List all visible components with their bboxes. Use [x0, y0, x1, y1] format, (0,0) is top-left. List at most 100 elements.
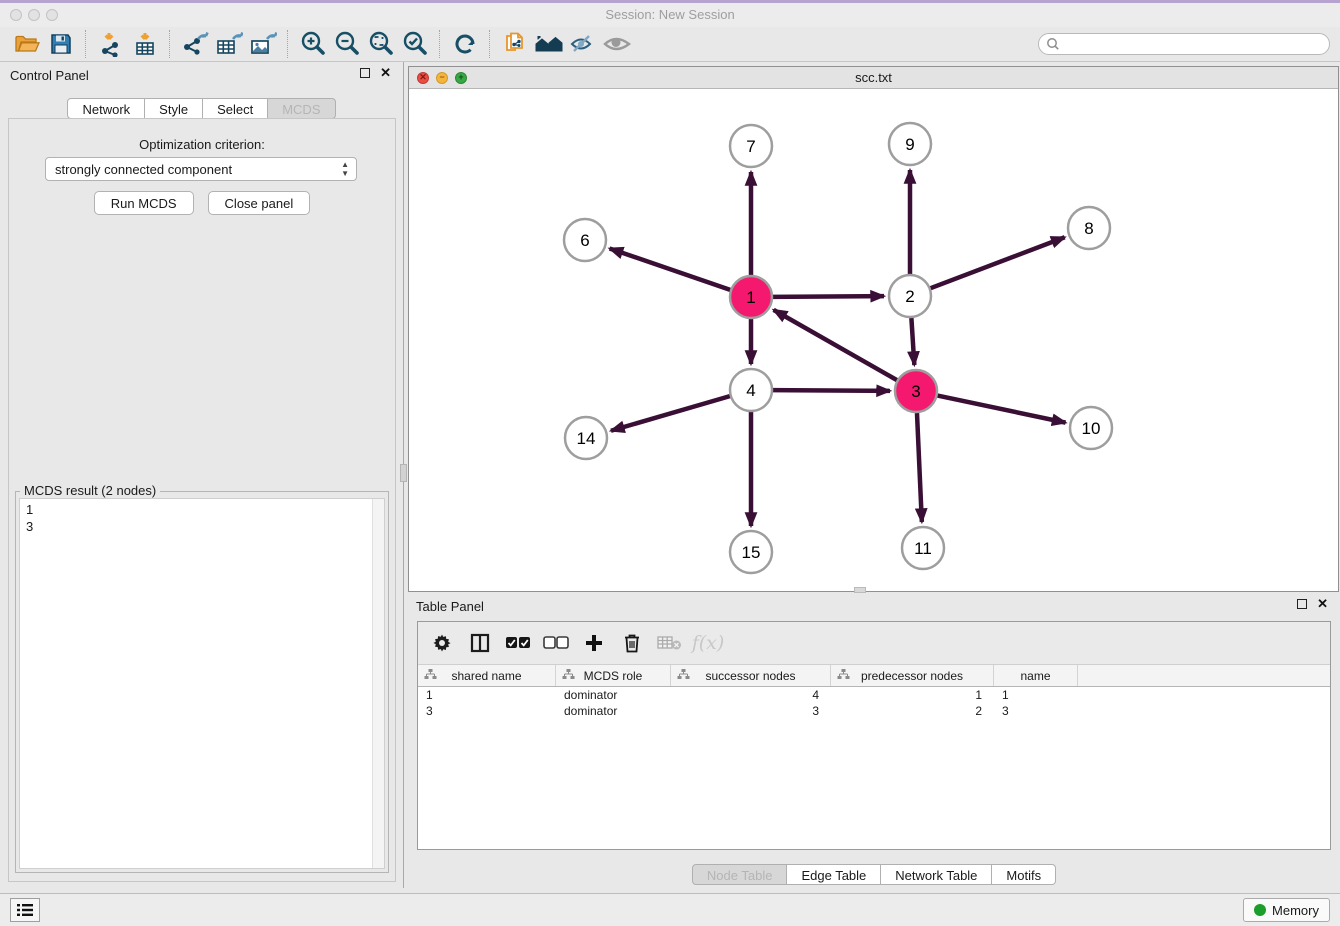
table-cell[interactable]: dominator [556, 703, 671, 719]
graph-node-14[interactable]: 14 [565, 417, 607, 459]
graph-node-9[interactable]: 9 [889, 123, 931, 165]
table-row[interactable]: 3dominator323 [418, 703, 1330, 719]
column-header-mcds-role[interactable]: MCDS role [556, 665, 671, 686]
fx-icon: f(x) [692, 632, 725, 654]
column-header-successor-nodes[interactable]: successor nodes [671, 665, 831, 686]
vertical-splitter-handle[interactable] [400, 464, 407, 482]
open-session-button[interactable] [10, 29, 44, 59]
delete-table-button[interactable] [656, 629, 684, 657]
tab-mcds[interactable]: MCDS [268, 98, 335, 119]
graph-node-7[interactable]: 7 [730, 125, 772, 167]
graph-edge-3-1[interactable] [774, 310, 897, 380]
table-row[interactable]: 1dominator411 [418, 687, 1330, 703]
close-panel-icon[interactable]: ✕ [380, 68, 391, 78]
table-cell[interactable]: dominator [556, 687, 671, 703]
function-builder-button[interactable]: f(x) [694, 629, 722, 657]
settings-gear-button[interactable] [428, 629, 456, 657]
mcds-result-textarea[interactable]: 1 3 [19, 498, 385, 869]
svg-text:7: 7 [746, 137, 755, 156]
graph-node-2[interactable]: 2 [889, 275, 931, 317]
home-layout-button[interactable] [532, 29, 566, 59]
graph-edge-1-2[interactable] [773, 296, 884, 297]
status-bar: Memory [0, 893, 1340, 926]
export-table-button[interactable] [212, 29, 246, 59]
hide-graphics-details-button[interactable] [566, 29, 600, 59]
graph-node-10[interactable]: 10 [1070, 407, 1112, 449]
table-cell[interactable]: 2 [831, 703, 994, 719]
task-history-button[interactable] [10, 898, 40, 922]
table-cell[interactable]: 4 [671, 687, 831, 703]
tab-select[interactable]: Select [203, 98, 268, 119]
tab-style[interactable]: Style [145, 98, 203, 119]
result-scrollbar[interactable] [372, 499, 384, 868]
copy-documents-icon [502, 31, 528, 57]
float-table-panel-icon[interactable] [1297, 599, 1307, 609]
table-cell[interactable]: 1 [994, 687, 1078, 703]
copy-network-view-button[interactable] [498, 29, 532, 59]
network-canvas[interactable]: 7 9 6 8 1 2 4 3 14 10 15 11 [409, 88, 1338, 591]
table-cell[interactable]: 3 [671, 703, 831, 719]
graph-node-1[interactable]: 1 [730, 276, 772, 318]
graph-edge-3-11[interactable] [917, 413, 922, 522]
export-image-button[interactable] [246, 29, 280, 59]
import-table-button[interactable] [128, 29, 162, 59]
graph-edge-2-8[interactable] [931, 237, 1065, 288]
graph-node-4[interactable]: 4 [730, 369, 772, 411]
horizontal-splitter-handle[interactable] [854, 587, 866, 593]
graph-node-6[interactable]: 6 [564, 219, 606, 261]
graph-node-3[interactable]: 3 [895, 370, 937, 412]
toolbar-separator [85, 30, 87, 58]
import-network-button[interactable] [94, 29, 128, 59]
zoom-out-button[interactable] [330, 29, 364, 59]
network-window-titlebar: ✕ − + scc.txt [409, 67, 1338, 89]
svg-text:1: 1 [746, 288, 755, 307]
table-cell[interactable]: 3 [418, 703, 556, 719]
refresh-view-button[interactable] [448, 29, 482, 59]
select-stepper-icon: ▲▼ [341, 160, 349, 178]
table-cell[interactable]: 3 [994, 703, 1078, 719]
tab-motifs[interactable]: Motifs [992, 864, 1056, 885]
save-session-button[interactable] [44, 29, 78, 59]
search-input[interactable] [1038, 33, 1330, 55]
graph-edge-4-14[interactable] [611, 396, 730, 431]
column-header-shared-name[interactable]: shared name [418, 665, 556, 686]
tab-node-table[interactable]: Node Table [692, 864, 788, 885]
mcds-result-group: MCDS result (2 nodes) 1 3 [15, 491, 389, 873]
memory-button[interactable]: Memory [1243, 898, 1330, 922]
tab-network-table[interactable]: Network Table [881, 864, 992, 885]
graph-edge-2-3[interactable] [911, 318, 914, 365]
run-mcds-button[interactable]: Run MCDS [94, 191, 194, 215]
trash-icon [623, 633, 641, 653]
table-cell[interactable]: 1 [418, 687, 556, 703]
zoom-fit-button[interactable] [364, 29, 398, 59]
zoom-in-button[interactable] [296, 29, 330, 59]
toolbar-separator [287, 30, 289, 58]
graph-node-15[interactable]: 15 [730, 531, 772, 573]
graph-edge-1-6[interactable] [610, 248, 731, 289]
delete-column-button[interactable] [618, 629, 646, 657]
graph-edge-3-10[interactable] [938, 396, 1066, 423]
table-body: 1dominator4113dominator323 [418, 687, 1330, 719]
column-header-predecessor-nodes[interactable]: predecessor nodes [831, 665, 994, 686]
network-graph[interactable]: 7 9 6 8 1 2 4 3 14 10 15 11 [409, 88, 1338, 591]
show-graphics-details-button[interactable] [600, 29, 634, 59]
close-panel-button[interactable]: Close panel [208, 191, 311, 215]
export-network-button[interactable] [178, 29, 212, 59]
graph-edge-4-3[interactable] [773, 390, 890, 391]
column-header-name[interactable]: name [994, 665, 1078, 686]
add-column-button[interactable] [580, 629, 608, 657]
unselect-all-columns-button[interactable] [542, 629, 570, 657]
zoom-selected-button[interactable] [398, 29, 432, 59]
graph-node-8[interactable]: 8 [1068, 207, 1110, 249]
table-panel-tabs: Node Table Edge Table Network Table Moti… [408, 864, 1340, 885]
criterion-select[interactable]: strongly connected component ▲▼ [45, 157, 357, 181]
close-table-panel-icon[interactable]: ✕ [1317, 599, 1328, 609]
tab-edge-table[interactable]: Edge Table [787, 864, 881, 885]
graph-node-11[interactable]: 11 [902, 527, 944, 569]
select-all-columns-button[interactable] [504, 629, 532, 657]
table-cell[interactable]: 1 [831, 687, 994, 703]
tab-network[interactable]: Network [67, 98, 145, 119]
titlebar: Session: New Session [0, 3, 1340, 28]
float-panel-icon[interactable] [360, 68, 370, 78]
show-column-button[interactable] [466, 629, 494, 657]
